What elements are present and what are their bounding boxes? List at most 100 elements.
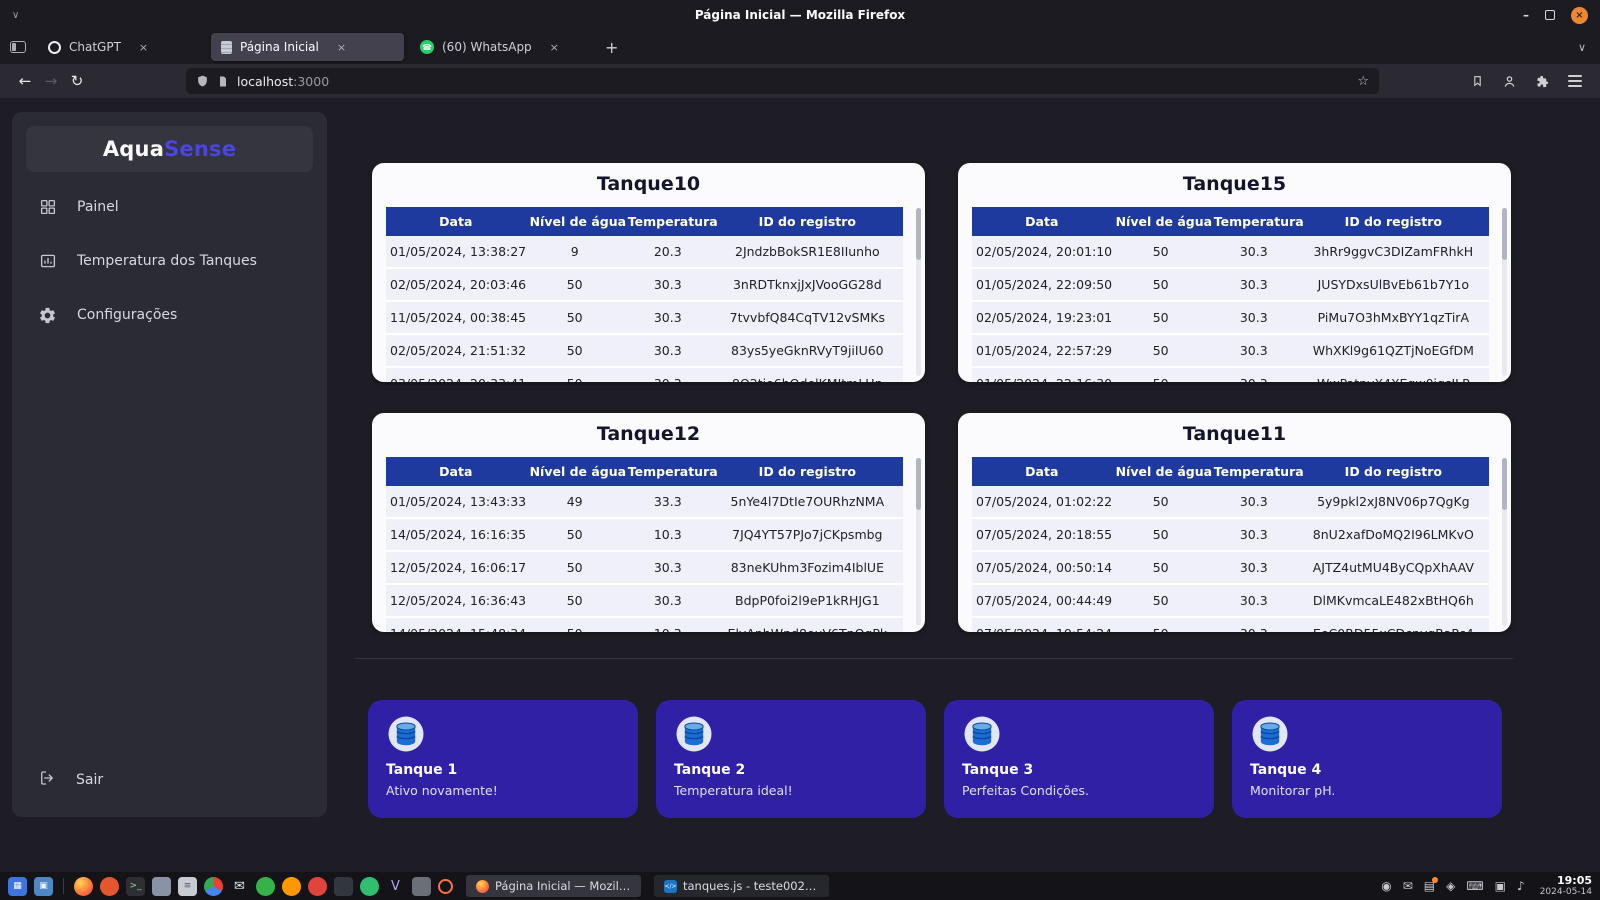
shield-icon[interactable] <box>196 74 209 88</box>
taskbar-clock[interactable]: 19:05 2024-05-14 <box>1540 874 1592 898</box>
tank-table: Data Nível de água Temperatura ID do regist… <box>386 207 903 382</box>
table-cell: 30.3 <box>1209 334 1298 368</box>
table-scrollbar[interactable] <box>1502 208 1507 376</box>
firefox-view-icon[interactable] <box>10 41 26 53</box>
table-cell: 30.3 <box>1209 617 1298 632</box>
messaging-icon[interactable] <box>256 876 275 896</box>
firefox-icon[interactable] <box>74 876 93 896</box>
mail-icon[interactable]: ✉ <box>230 877 249 896</box>
page-info-icon[interactable] <box>217 75 229 88</box>
recorder-icon[interactable] <box>438 878 453 894</box>
chat-icon[interactable]: ✉ <box>1403 879 1413 893</box>
scrollbar-thumb[interactable] <box>916 458 921 510</box>
table-scrollbar[interactable] <box>916 458 921 626</box>
table-cell: 14/05/2024, 15:48:34 <box>386 617 526 632</box>
scrollbar-thumb[interactable] <box>916 208 921 260</box>
files-icon[interactable] <box>152 876 171 896</box>
status-card[interactable]: Tanque 4 Monitorar pH. <box>1232 700 1502 818</box>
mint-icon[interactable] <box>360 876 379 896</box>
notification-badge <box>1432 876 1439 883</box>
tab-bar: ChatGPT × Página Inicial × ☎ (60) WhatsA… <box>0 30 1600 64</box>
ide-icon[interactable] <box>334 876 353 896</box>
terminal-icon[interactable]: >_ <box>126 876 145 896</box>
sidebar-item-painel[interactable]: Painel <box>12 186 327 228</box>
table-cell: 5nYe4l7DtIe7OURhzNMA <box>711 486 903 519</box>
taskbar-window-firefox[interactable]: Página Inicial — Mozilla Fi... <box>466 875 641 897</box>
status-card[interactable]: Tanque 2 Temperatura ideal! <box>656 700 926 818</box>
keyboard-icon[interactable]: ⌨ <box>1466 879 1483 893</box>
taskbar-window-vscode[interactable]: </> tanques.js - teste002_proj... <box>654 875 829 897</box>
clock-date: 2024-05-14 <box>1539 887 1592 898</box>
forward-button[interactable]: → <box>38 72 64 90</box>
table-cell: 50 <box>1111 584 1210 618</box>
table-cell: 7JQ4YT57PJo7jCKpsmbg <box>711 518 903 552</box>
scrollbar-thumb[interactable] <box>1502 208 1507 260</box>
sidebar-item-temperatura[interactable]: Temperatura dos Tanques <box>12 240 327 282</box>
menu-icon[interactable] <box>1568 75 1582 87</box>
table-cell: 50 <box>1111 236 1210 269</box>
display-icon[interactable]: ▣ <box>1495 879 1506 893</box>
show-apps-icon[interactable]: ▦ <box>8 876 27 896</box>
table-row: 07/05/2024, 00:44:49 50 30.3 DlMKvmcaLE482x… <box>972 584 1489 618</box>
table-row: 01/05/2024, 13:38:27 9 20.3 2JndzbBokSR1E8I… <box>386 236 903 269</box>
bookmark-star-icon[interactable]: ☆ <box>1357 74 1369 89</box>
status-card[interactable]: Tanque 1 Ativo novamente! <box>368 700 638 818</box>
table-scrollbar[interactable] <box>916 208 921 376</box>
tab-whatsapp[interactable]: ☎ (60) WhatsApp × <box>410 33 591 61</box>
thunderbird-icon[interactable] <box>100 876 119 896</box>
scrollbar-thumb[interactable] <box>1502 458 1507 510</box>
tab-close-icon[interactable]: × <box>550 41 559 54</box>
minimize-button[interactable]: – <box>1523 8 1529 22</box>
sidebar-item-configuracoes[interactable]: Configurações <box>12 294 327 336</box>
tab-pagina-inicial[interactable]: Página Inicial × <box>211 33 404 61</box>
table-scrollbar[interactable] <box>1502 458 1507 626</box>
extensions-icon[interactable] <box>1535 74 1550 89</box>
table-cell: 50 <box>525 617 624 632</box>
close-button[interactable]: × <box>1571 6 1588 24</box>
maximize-button[interactable] <box>1545 10 1555 20</box>
tab-close-icon[interactable]: × <box>337 41 346 54</box>
gear-icon <box>38 306 57 325</box>
table-cell: 9 <box>525 236 624 269</box>
bookmarks-icon[interactable] <box>1471 74 1484 88</box>
table-cell: 50 <box>525 301 624 335</box>
column-header: Nível de água <box>1111 457 1212 486</box>
stack-icon[interactable] <box>412 876 431 896</box>
sidebar-item-label: Painel <box>77 199 119 215</box>
tab-close-icon[interactable]: × <box>139 41 148 54</box>
table-cell: 30.3 <box>623 584 712 618</box>
list-all-tabs-icon[interactable]: ∨ <box>1578 41 1586 54</box>
status-card[interactable]: Tanque 3 Perfeitas Condições. <box>944 700 1214 818</box>
status-card-name: Tanque 1 <box>386 762 458 778</box>
taskbar: ▦ ▣ >_ ≡ ✉ V Página Inicial — Mozilla Fi... <… <box>0 872 1600 900</box>
chart-icon <box>38 252 57 270</box>
vlc-icon[interactable]: V <box>386 877 405 896</box>
column-header: Temperatura <box>623 207 718 236</box>
chrome-icon[interactable] <box>204 876 223 896</box>
back-button[interactable]: ← <box>12 72 38 90</box>
text-editor-icon[interactable]: ≡ <box>178 876 197 896</box>
firefox-icon <box>476 879 489 893</box>
table-header-row: Data Nível de água Temperatura ID do regist… <box>972 457 1489 486</box>
table-cell: 11/05/2024, 00:38:45 <box>386 301 526 335</box>
reload-button[interactable]: ↻ <box>64 72 90 90</box>
titlebar-chevron-icon[interactable]: ∨ <box>12 10 19 21</box>
table-cell: EeC0RD55xCDcnygRaPc4 <box>1297 617 1489 632</box>
file-manager-icon[interactable]: ▣ <box>34 876 53 896</box>
tab-chatgpt[interactable]: ChatGPT × <box>38 33 205 61</box>
table-row: 02/05/2024, 19:23:01 50 30.3 PiMu7O3hMxBYY1… <box>972 301 1489 335</box>
sidebar-item-sair[interactable]: Sair <box>12 769 327 791</box>
account-icon[interactable] <box>1502 74 1517 89</box>
security-icon[interactable]: ◈ <box>1446 879 1455 893</box>
location-pin-icon[interactable] <box>308 876 327 896</box>
clipboard-icon[interactable]: ▤ <box>1424 876 1439 893</box>
table-cell: 8nU2xafDoMQ2I96LMKvO <box>1297 518 1489 552</box>
volume-icon[interactable]: ♪ <box>1517 879 1525 893</box>
new-tab-button[interactable]: + <box>605 38 618 57</box>
table-cell: 02/05/2024, 19:23:01 <box>972 301 1112 335</box>
table-row: 07/05/2024, 20:18:55 50 30.3 8nU2xafDoMQ2I9… <box>972 518 1489 552</box>
url-bar[interactable]: localhost:3000 ☆ <box>186 68 1379 94</box>
notifications-icon[interactable]: ◉ <box>1381 879 1391 893</box>
column-header: Data <box>972 207 1112 236</box>
sublime-icon[interactable] <box>282 876 301 896</box>
